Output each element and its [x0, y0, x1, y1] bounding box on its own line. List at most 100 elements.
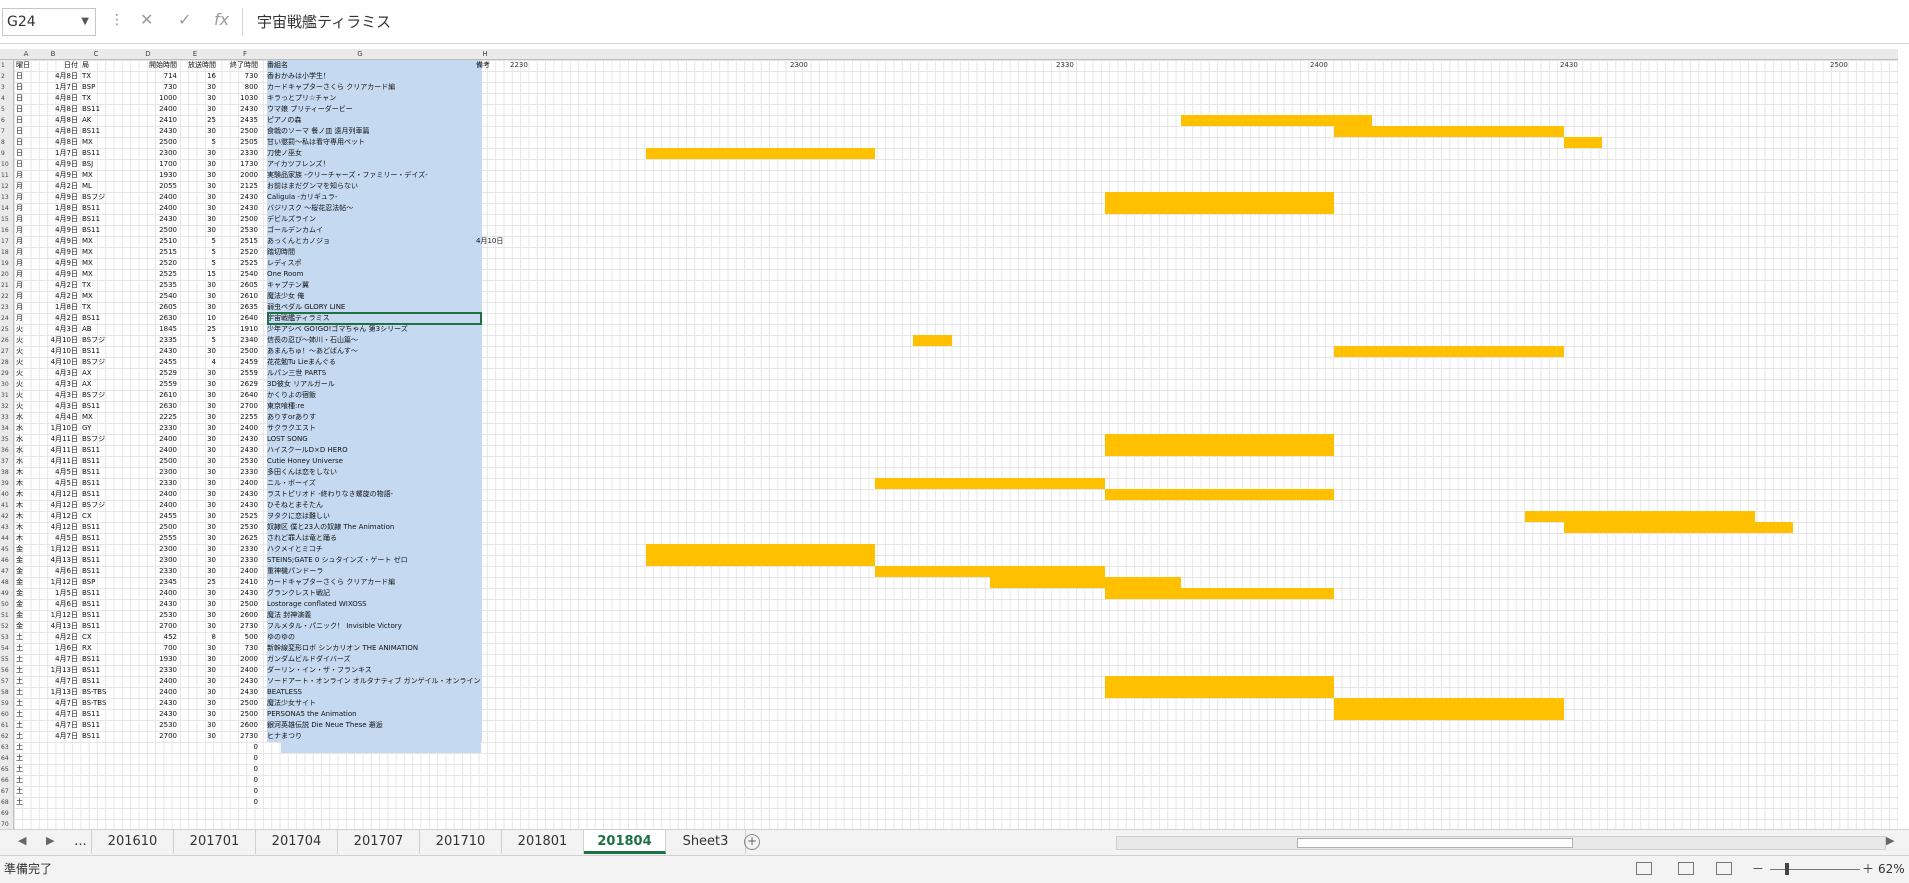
title-cell[interactable]: Cutie Honey Universe — [267, 456, 482, 467]
end-cell[interactable]: 2459 — [214, 357, 258, 368]
start-cell[interactable]: 2455 — [122, 357, 177, 368]
date-cell[interactable]: 4月2日 — [38, 313, 78, 324]
minutes-cell[interactable]: 30 — [174, 412, 216, 423]
minutes-cell[interactable]: 30 — [174, 687, 216, 698]
row-number[interactable]: 17 — [0, 236, 13, 247]
minutes-cell[interactable]: 30 — [174, 566, 216, 577]
start-cell[interactable]: 2400 — [122, 500, 177, 511]
day-cell[interactable]: 月 — [16, 170, 36, 181]
row-number[interactable]: 60 — [0, 709, 13, 720]
date-cell[interactable]: 4月5日 — [38, 533, 78, 544]
minutes-cell[interactable]: 4 — [174, 357, 216, 368]
row-number[interactable]: 40 — [0, 489, 13, 500]
row-number[interactable]: 3 — [0, 82, 13, 93]
minutes-cell[interactable]: 30 — [174, 478, 216, 489]
row-number[interactable]: 28 — [0, 357, 13, 368]
date-cell[interactable]: 4月9日 — [38, 236, 78, 247]
end-cell[interactable]: 2430 — [214, 434, 258, 445]
minutes-cell[interactable]: 5 — [174, 258, 216, 269]
day-cell[interactable]: 月 — [16, 291, 36, 302]
date-cell[interactable]: 4月10日 — [38, 335, 78, 346]
start-cell[interactable]: 2330 — [122, 423, 177, 434]
minutes-cell[interactable]: 30 — [174, 379, 216, 390]
day-cell[interactable]: 水 — [16, 456, 36, 467]
end-cell[interactable]: 2559 — [214, 368, 258, 379]
date-cell[interactable]: 4月8日 — [38, 93, 78, 104]
title-cell[interactable]: アイカツフレンズ！ — [267, 159, 482, 170]
header-title[interactable]: 番組名 — [267, 60, 482, 71]
row-number[interactable]: 34 — [0, 423, 13, 434]
sheet-tab[interactable]: 201710 — [420, 830, 502, 854]
date-cell[interactable]: 4月8日 — [38, 137, 78, 148]
column-header[interactable]: F — [230, 49, 260, 59]
date-cell[interactable]: 4月13日 — [38, 555, 78, 566]
row-number[interactable]: 8 — [0, 137, 13, 148]
date-cell[interactable]: 4月2日 — [38, 632, 78, 643]
minutes-cell[interactable]: 30 — [174, 82, 216, 93]
day-cell[interactable]: 日 — [16, 104, 36, 115]
row-number[interactable]: 57 — [0, 676, 13, 687]
day-cell[interactable]: 土 — [16, 643, 36, 654]
title-cell[interactable]: Lostorage conflated WIXOSS — [267, 599, 482, 610]
end-cell[interactable]: 2430 — [214, 500, 258, 511]
date-cell[interactable]: 4月9日 — [38, 170, 78, 181]
zoom-slider-knob[interactable] — [1785, 863, 1789, 875]
end-cell[interactable]: 2640 — [214, 390, 258, 401]
row-number[interactable]: 45 — [0, 544, 13, 555]
row-number[interactable]: 69 — [0, 808, 13, 819]
row-number[interactable]: 18 — [0, 247, 13, 258]
end-cell[interactable]: 730 — [214, 643, 258, 654]
start-cell[interactable]: 2530 — [122, 610, 177, 621]
title-cell[interactable]: 3D彼女 リアルガール — [267, 379, 482, 390]
column-header[interactable]: H — [470, 49, 500, 59]
date-cell[interactable]: 4月9日 — [38, 225, 78, 236]
add-sheet-icon[interactable]: + — [744, 834, 760, 850]
day-cell[interactable]: 水 — [16, 412, 36, 423]
date-cell[interactable]: 1月8日 — [38, 203, 78, 214]
date-cell[interactable]: 4月8日 — [38, 115, 78, 126]
end-cell[interactable]: 2700 — [214, 401, 258, 412]
date-cell[interactable]: 4月8日 — [38, 104, 78, 115]
date-cell[interactable]: 1月6日 — [38, 643, 78, 654]
normal-view-icon[interactable] — [1636, 862, 1652, 875]
date-cell[interactable]: 4月7日 — [38, 676, 78, 687]
row-number[interactable]: 47 — [0, 566, 13, 577]
start-cell[interactable]: 2430 — [122, 346, 177, 357]
row-number[interactable]: 53 — [0, 632, 13, 643]
row-number[interactable]: 33 — [0, 412, 13, 423]
start-cell[interactable]: 2410 — [122, 115, 177, 126]
day-cell[interactable]: 火 — [16, 401, 36, 412]
title-cell[interactable]: 実験品家族 -クリーチャーズ・ファミリー・デイズ- — [267, 170, 482, 181]
date-cell[interactable]: 4月9日 — [38, 269, 78, 280]
day-cell[interactable]: 木 — [16, 511, 36, 522]
end-cell[interactable]: 800 — [214, 82, 258, 93]
sheet-tab[interactable]: 201701 — [174, 830, 256, 854]
row-number[interactable]: 14 — [0, 203, 13, 214]
day-cell[interactable]: 木 — [16, 522, 36, 533]
start-cell[interactable]: 2520 — [122, 258, 177, 269]
end-cell[interactable]: 1030 — [214, 93, 258, 104]
title-cell[interactable]: ハイスクールD×D HERO — [267, 445, 482, 456]
day-cell[interactable]: 土 — [16, 632, 36, 643]
day-cell[interactable]: 月 — [16, 302, 36, 313]
day-cell[interactable]: 火 — [16, 324, 36, 335]
title-cell[interactable]: デビルズライン — [267, 214, 482, 225]
start-cell[interactable]: 2500 — [122, 225, 177, 236]
minutes-cell[interactable]: 30 — [174, 126, 216, 137]
selected-cell[interactable] — [267, 312, 482, 325]
title-cell[interactable]: サクラクエスト — [267, 423, 482, 434]
start-cell[interactable]: 2345 — [122, 577, 177, 588]
minutes-cell[interactable]: 30 — [174, 302, 216, 313]
start-cell[interactable]: 730 — [122, 82, 177, 93]
row-number[interactable]: 35 — [0, 434, 13, 445]
title-cell[interactable]: 魔法少女サイト — [267, 698, 482, 709]
minutes-cell[interactable]: 30 — [174, 159, 216, 170]
end-cell[interactable]: 2430 — [214, 445, 258, 456]
end-cell[interactable]: 2430 — [214, 203, 258, 214]
day-cell[interactable]: 日 — [16, 159, 36, 170]
day-cell[interactable]: 土 — [16, 786, 36, 797]
date-cell[interactable]: 4月7日 — [38, 731, 78, 742]
end-cell[interactable]: 0 — [214, 742, 258, 753]
start-cell[interactable]: 2400 — [122, 434, 177, 445]
title-cell[interactable]: ヲタクに恋は難しい — [267, 511, 482, 522]
